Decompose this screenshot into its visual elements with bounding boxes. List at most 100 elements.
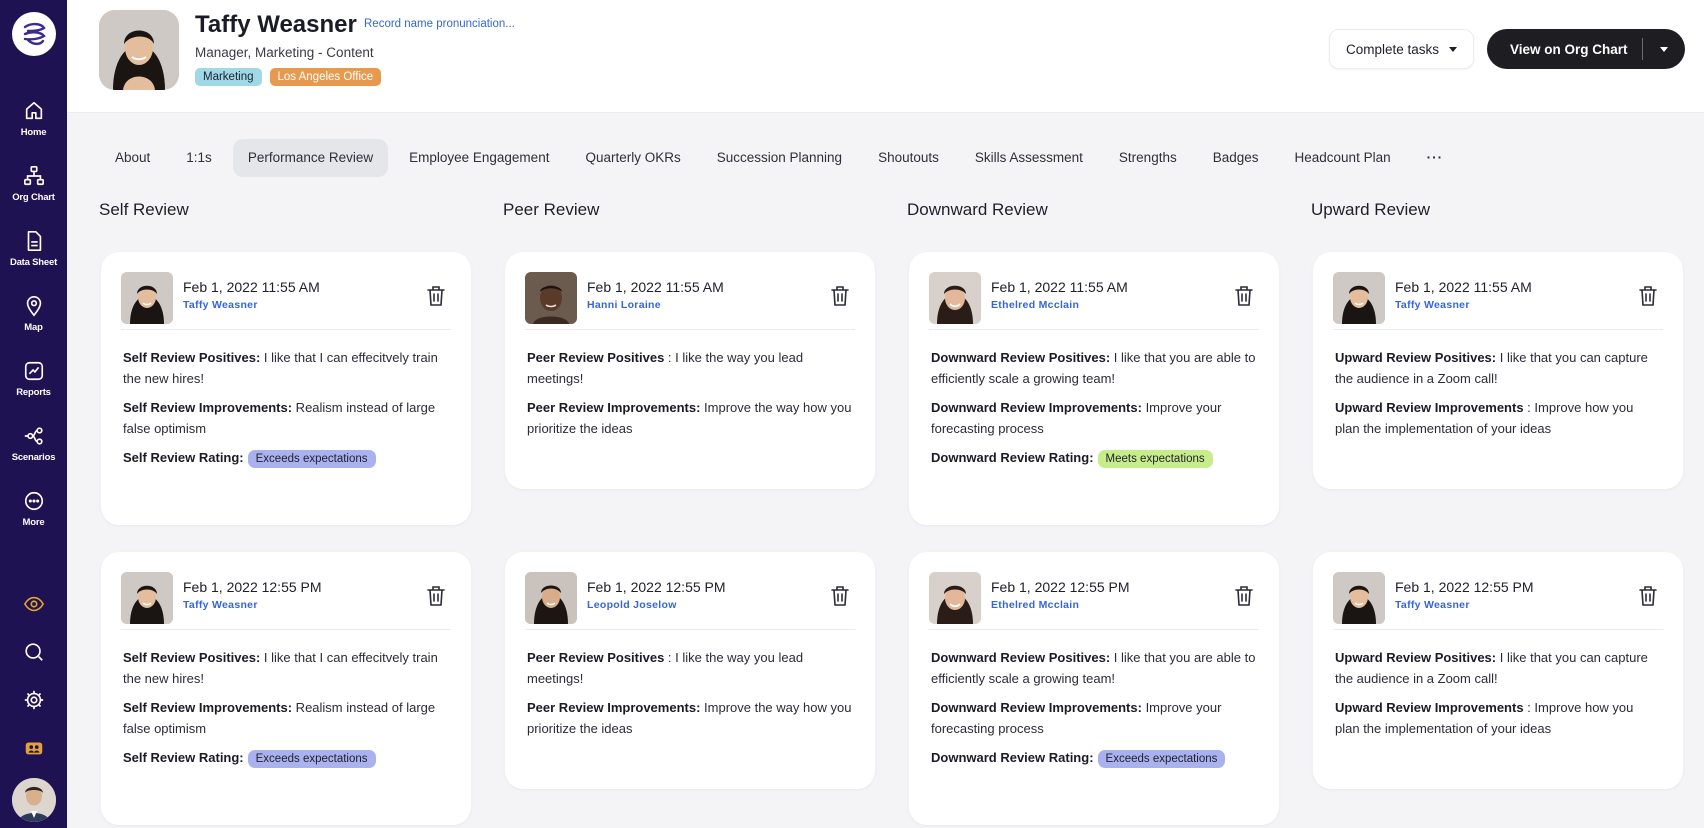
sidebar-item-more[interactable]: More: [0, 484, 67, 549]
review-author-link[interactable]: Taffy Weasner: [183, 599, 258, 611]
trash-icon[interactable]: [829, 584, 851, 608]
reviewer-photo-image: [525, 272, 577, 324]
map-pin-icon: [26, 296, 41, 317]
review-improvements: Upward Review Improvements : Improve how…: [1335, 400, 1634, 436]
trash-icon[interactable]: [425, 284, 447, 308]
tab-succession-planning[interactable]: Succession Planning: [702, 139, 857, 177]
review-positives: Self Review Positives: I like that I can…: [123, 350, 438, 386]
reviewer-avatar: [929, 572, 981, 624]
tab-quarterly-okrs[interactable]: Quarterly OKRs: [570, 139, 695, 177]
review-author-link[interactable]: Ethelred Mcclain: [991, 599, 1079, 611]
tag-office[interactable]: Los Angeles Office: [269, 68, 382, 86]
trash-icon[interactable]: [1637, 584, 1659, 608]
profile-photo-image: [99, 10, 179, 90]
community-button[interactable]: [0, 724, 67, 772]
review-card-body: Upward Review Positives: I like that you…: [1335, 347, 1660, 447]
sidebar-item-home[interactable]: Home: [0, 94, 67, 159]
sidebar-item-label: More: [22, 517, 45, 528]
search-button[interactable]: [0, 628, 67, 676]
tab-about[interactable]: About: [100, 139, 165, 177]
sidebar: Home Org Chart Data Sheet Map Reports Sc…: [0, 0, 67, 828]
tab-more-menu[interactable]: ···: [1412, 139, 1459, 177]
tab-headcount-plan[interactable]: Headcount Plan: [1280, 139, 1406, 177]
trash-icon[interactable]: [425, 584, 447, 608]
review-card-body: Peer Review Positives : I like the way y…: [527, 347, 852, 447]
sidebar-item-reports[interactable]: Reports: [0, 354, 67, 419]
gear-icon: [24, 690, 43, 710]
tab-shoutouts[interactable]: Shoutouts: [863, 139, 954, 177]
trash-icon[interactable]: [1233, 284, 1255, 308]
review-author-link[interactable]: Ethelred Mcclain: [991, 299, 1079, 311]
review-card-body: Self Review Positives: I like that I can…: [123, 647, 448, 776]
review-author-link[interactable]: Taffy Weasner: [183, 299, 258, 311]
tab-badges[interactable]: Badges: [1198, 139, 1274, 177]
complete-tasks-label: Complete tasks: [1346, 41, 1440, 57]
sidebar-bottom: [0, 580, 67, 828]
tab-performance-review[interactable]: Performance Review: [232, 139, 389, 177]
review-rating: Self Review Rating: Exceeds expectations: [123, 447, 448, 468]
reviewer-avatar: [1333, 572, 1385, 624]
review-positives: Upward Review Positives: I like that you…: [1335, 650, 1648, 686]
tag-department[interactable]: Marketing: [195, 68, 262, 86]
complete-tasks-button[interactable]: Complete tasks: [1329, 29, 1475, 69]
reviewer-photo-image: [121, 272, 173, 324]
record-pronunciation-link[interactable]: Record name pronunciation...: [364, 18, 515, 30]
visibility-button[interactable]: [0, 580, 67, 628]
current-user-avatar[interactable]: [11, 778, 56, 822]
sidebar-nav: Home Org Chart Data Sheet Map Reports Sc…: [0, 94, 67, 549]
people-badge-icon: [25, 742, 42, 755]
more-icon: [24, 491, 43, 511]
reviewer-avatar: [1333, 272, 1385, 324]
job-title: Manager, Marketing - Content: [195, 45, 374, 60]
trash-icon[interactable]: [1637, 284, 1659, 308]
sidebar-item-org-chart[interactable]: Org Chart: [0, 159, 67, 224]
upward-review-column: Upward Review Feb 1, 2022 11:55 AM Taffy…: [1311, 200, 1683, 789]
app-logo[interactable]: [11, 12, 56, 56]
sidebar-item-label: Home: [20, 127, 47, 138]
review-improvements: Downward Review Improvements: Improve yo…: [931, 400, 1222, 436]
review-author-link[interactable]: Hanni Loraine: [587, 299, 661, 311]
view-on-org-chart-button[interactable]: View on Org Chart: [1487, 29, 1685, 69]
view-on-org-chart-label: View on Org Chart: [1510, 41, 1628, 57]
rating-badge: Exceeds expectations: [247, 750, 376, 768]
tab-strengths[interactable]: Strengths: [1104, 139, 1192, 177]
reviewer-avatar: [121, 272, 173, 324]
sidebar-item-map[interactable]: Map: [0, 289, 67, 354]
review-card-body: Downward Review Positives: I like that y…: [931, 647, 1256, 776]
review-card-body: Downward Review Positives: I like that y…: [931, 347, 1256, 476]
review-card-header: Feb 1, 2022 12:55 PM Ethelred Mcclain: [929, 572, 1259, 630]
tab-employee-engagement[interactable]: Employee Engagement: [394, 139, 564, 177]
sidebar-item-label: Data Sheet: [9, 257, 58, 268]
sidebar-item-label: Map: [24, 322, 43, 333]
tab-skills-assessment[interactable]: Skills Assessment: [960, 139, 1098, 177]
org-chart-icon: [23, 166, 44, 186]
review-author-link[interactable]: Taffy Weasner: [1395, 599, 1470, 611]
sidebar-item-scenarios[interactable]: Scenarios: [0, 419, 67, 484]
review-date: Feb 1, 2022 12:55 PM: [1395, 579, 1534, 595]
org-chart-dropdown[interactable]: [1643, 46, 1685, 52]
review-positives: Peer Review Positives : I like the way y…: [527, 650, 804, 686]
review-card: Feb 1, 2022 11:55 AM Ethelred Mcclain Do…: [909, 252, 1279, 525]
settings-button[interactable]: [0, 676, 67, 724]
home-icon: [25, 101, 42, 120]
reviewer-avatar: [121, 572, 173, 624]
review-author-link[interactable]: Leopold Joselow: [587, 599, 677, 611]
sidebar-item-label: Scenarios: [11, 452, 56, 463]
sidebar-item-data-sheet[interactable]: Data Sheet: [0, 224, 67, 289]
review-card-body: Self Review Positives: I like that I can…: [123, 347, 448, 476]
review-card-header: Feb 1, 2022 12:55 PM Leopold Joselow: [525, 572, 855, 630]
reviewer-photo-image: [1333, 572, 1385, 624]
review-rating: Downward Review Rating: Meets expectation…: [931, 447, 1256, 468]
reviewer-photo-image: [1333, 272, 1385, 324]
reviewer-photo-image: [929, 572, 981, 624]
trash-icon[interactable]: [829, 284, 851, 308]
review-date: Feb 1, 2022 11:55 AM: [183, 279, 320, 295]
trash-icon[interactable]: [1233, 584, 1255, 608]
review-improvements: Self Review Improvements: Realism instea…: [123, 400, 436, 436]
review-card: Feb 1, 2022 12:55 PM Ethelred Mcclain Do…: [909, 552, 1279, 825]
review-author-link[interactable]: Taffy Weasner: [1395, 299, 1470, 311]
review-positives: Upward Review Positives: I like that you…: [1335, 350, 1648, 386]
tab-one-on-ones[interactable]: 1:1s: [171, 139, 227, 177]
search-icon: [24, 643, 43, 661]
review-date: Feb 1, 2022 12:55 PM: [587, 579, 726, 595]
